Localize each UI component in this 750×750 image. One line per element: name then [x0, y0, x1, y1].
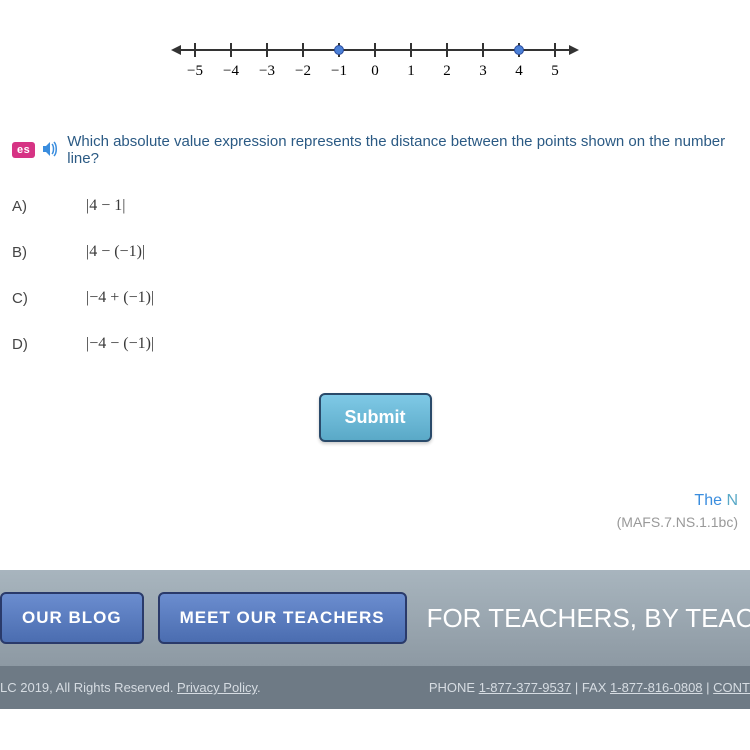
fax-sep: | FAX — [571, 680, 610, 695]
es-badge[interactable]: es — [12, 142, 35, 158]
option-row[interactable]: B)|4 − (−1)| — [12, 243, 738, 261]
option-expression: |4 − (−1)| — [86, 243, 145, 261]
phone-link[interactable]: 1-877-377-9537 — [479, 680, 572, 695]
fax-link[interactable]: 1-877-816-0808 — [610, 680, 703, 695]
standard-ref: The N (MAFS.7.NS.1.1bc) — [12, 492, 738, 530]
option-row[interactable]: D)|−4 − (−1)| — [12, 335, 738, 353]
svg-text:1: 1 — [407, 63, 415, 79]
svg-text:−1: −1 — [331, 63, 347, 79]
footer-legal: LC 2019, All Rights Reserved. Privacy Po… — [0, 666, 750, 709]
copyright-text: LC 2019, All Rights Reserved. — [0, 680, 177, 695]
speaker-icon[interactable] — [41, 141, 61, 160]
svg-text:4: 4 — [515, 63, 523, 79]
svg-text:3: 3 — [479, 63, 487, 79]
option-expression: |−4 + (−1)| — [86, 289, 154, 307]
submit-button[interactable]: Submit — [319, 393, 432, 442]
cont-sep: | — [703, 680, 714, 695]
standard-code: (MAFS.7.NS.1.1bc) — [12, 514, 738, 530]
standard-prefix: The — [694, 492, 726, 509]
svg-text:−2: −2 — [295, 63, 311, 79]
number-line: −5 −4 −3 −2 −1 0 1 2 3 4 5 — [12, 30, 738, 93]
contact-link[interactable]: CONT — [713, 680, 750, 695]
blog-button[interactable]: OUR BLOG — [0, 592, 144, 644]
option-expression: |4 − 1| — [86, 197, 125, 215]
option-label: B) — [12, 244, 86, 261]
svg-text:−3: −3 — [259, 63, 275, 79]
phone-label: PHONE — [429, 680, 479, 695]
copyright-suffix: . — [257, 680, 261, 695]
question-text: Which absolute value expression represen… — [67, 133, 738, 167]
footer-main: OUR BLOG MEET OUR TEACHERS FOR TEACHERS,… — [0, 570, 750, 666]
svg-text:2: 2 — [443, 63, 451, 79]
meet-teachers-button[interactable]: MEET OUR TEACHERS — [158, 592, 407, 644]
option-row[interactable]: C)|−4 + (−1)| — [12, 289, 738, 307]
privacy-link[interactable]: Privacy Policy — [177, 680, 257, 695]
standard-rest: N — [726, 492, 738, 509]
option-label: A) — [12, 198, 86, 215]
tagline: FOR TEACHERS, BY TEAC — [407, 603, 750, 634]
option-expression: |−4 − (−1)| — [86, 335, 154, 353]
option-label: D) — [12, 336, 86, 353]
question-row: es Which absolute value expression repre… — [12, 133, 738, 167]
svg-text:5: 5 — [551, 63, 559, 79]
option-row[interactable]: A)|4 − 1| — [12, 197, 738, 215]
option-label: C) — [12, 290, 86, 307]
svg-text:−5: −5 — [187, 63, 203, 79]
svg-text:−4: −4 — [223, 63, 239, 79]
svg-text:0: 0 — [371, 63, 379, 79]
options-list: A)|4 − 1|B)|4 − (−1)|C)|−4 + (−1)|D)|−4 … — [12, 197, 738, 353]
